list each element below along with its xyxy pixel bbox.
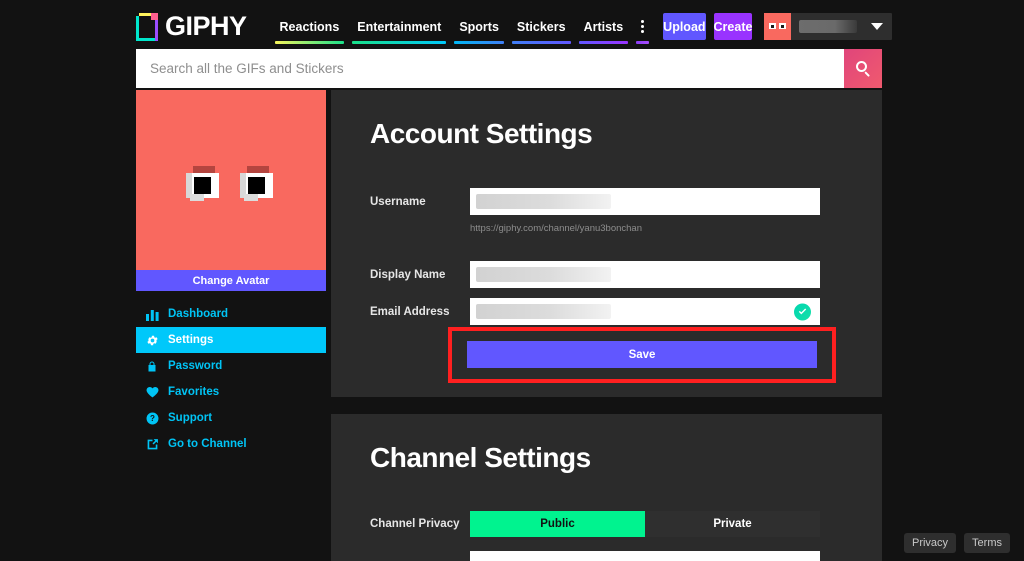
sidebar-item-label: Password <box>168 360 223 372</box>
sidebar: Change Avatar Dashboard Settings Passwor… <box>136 90 326 457</box>
sidebar-item-label: Settings <box>168 334 214 346</box>
channel-privacy-label: Channel Privacy <box>370 518 460 530</box>
nav-item-stickers[interactable]: Stickers <box>508 8 575 45</box>
bar-chart-icon <box>145 307 159 321</box>
nav-item-sports[interactable]: Sports <box>450 8 508 45</box>
search-input[interactable] <box>136 49 844 88</box>
more-vertical-icon[interactable] <box>632 8 653 45</box>
avatar <box>136 90 326 270</box>
username-helper-text: https://giphy.com/channel/yanu3bonchan <box>470 223 642 234</box>
heart-icon <box>145 385 159 399</box>
sidebar-item-support[interactable]: ? Support <box>136 405 326 431</box>
sidebar-nav: Dashboard Settings Password Favorites ? … <box>136 301 326 457</box>
nav-label: Artists <box>583 19 624 34</box>
email-row: Email Address <box>370 298 882 325</box>
giphy-page-logo-icon <box>136 12 158 41</box>
nav-item-entertainment[interactable]: Entertainment <box>348 8 450 45</box>
username-value-redacted <box>476 194 611 209</box>
sidebar-item-label: Support <box>168 412 213 424</box>
giphy-settings-page: GIPHY Reactions Entertainment Sports Sti… <box>0 0 1024 561</box>
email-value-redacted <box>476 304 611 319</box>
nav-underline <box>352 41 447 44</box>
username-redacted <box>799 20 858 33</box>
footer-links: Privacy Terms <box>903 533 1010 553</box>
nav-label: Entertainment <box>357 19 442 34</box>
sidebar-item-go-to-channel[interactable]: Go to Channel <box>136 431 326 457</box>
create-button[interactable]: Create <box>713 13 753 40</box>
display-name-input[interactable] <box>470 261 820 288</box>
giphy-logo-text: GIPHY <box>165 11 247 41</box>
nav-item-artists[interactable]: Artists <box>575 8 633 45</box>
search-bar <box>136 49 882 88</box>
check-circle-icon <box>794 303 811 320</box>
eyes-avatar-icon <box>186 165 276 202</box>
giphy-logo[interactable]: GIPHY <box>136 8 247 45</box>
nav-underline <box>636 41 650 44</box>
username-row: Username <box>370 188 882 215</box>
sidebar-item-dashboard[interactable]: Dashboard <box>136 301 326 327</box>
username-input[interactable] <box>470 188 820 215</box>
display-name-label: Display Name <box>370 268 446 281</box>
nav-item-reactions[interactable]: Reactions <box>271 8 349 45</box>
sidebar-item-label: Go to Channel <box>168 438 247 450</box>
search-icon <box>855 61 871 77</box>
nav-label: Reactions <box>279 19 340 34</box>
email-label: Email Address <box>370 305 450 318</box>
upload-button[interactable]: Upload <box>663 13 706 40</box>
channel-settings-panel: Channel Settings Channel Privacy Public … <box>331 414 882 561</box>
nav-underline <box>274 41 345 44</box>
privacy-option-private[interactable]: Private <box>645 511 820 537</box>
privacy-link[interactable]: Privacy <box>903 533 957 553</box>
channel-settings-title: Channel Settings <box>370 442 591 473</box>
nav-label: Stickers <box>516 19 566 34</box>
next-field-partial[interactable] <box>470 551 820 561</box>
nav-underline <box>511 41 571 44</box>
top-navbar: GIPHY Reactions Entertainment Sports Sti… <box>136 8 893 45</box>
sidebar-item-label: Favorites <box>168 386 220 398</box>
sidebar-item-favorites[interactable]: Favorites <box>136 379 326 405</box>
chevron-down-icon <box>871 23 884 30</box>
channel-privacy-row: Channel Privacy Public Private <box>370 511 882 537</box>
sidebar-item-settings[interactable]: Settings <box>136 327 326 353</box>
email-field[interactable] <box>470 298 820 325</box>
sidebar-item-password[interactable]: Password <box>136 353 326 379</box>
save-button[interactable]: Save <box>467 341 817 368</box>
page-title: Account Settings <box>370 118 593 149</box>
gear-icon <box>145 333 159 347</box>
nav-label: Sports <box>459 19 499 34</box>
user-menu[interactable] <box>764 13 893 40</box>
privacy-option-public[interactable]: Public <box>470 511 645 537</box>
user-avatar-eyes-icon <box>764 13 792 40</box>
svg-text:?: ? <box>150 414 155 423</box>
terms-link[interactable]: Terms <box>964 533 1010 553</box>
username-label: Username <box>370 195 426 208</box>
channel-privacy-toggle: Public Private <box>470 511 820 537</box>
sidebar-item-label: Dashboard <box>168 308 229 320</box>
nav-underline <box>454 41 504 44</box>
nav-underline <box>578 41 629 44</box>
display-name-row: Display Name <box>370 261 882 288</box>
lock-icon <box>145 359 159 373</box>
question-mark-icon: ? <box>145 411 159 425</box>
search-button[interactable] <box>844 49 882 88</box>
external-link-icon <box>145 437 159 451</box>
change-avatar-button[interactable]: Change Avatar <box>136 270 326 291</box>
display-name-value-redacted <box>476 267 611 282</box>
primary-nav: Reactions Entertainment Sports Stickers … <box>271 8 654 45</box>
